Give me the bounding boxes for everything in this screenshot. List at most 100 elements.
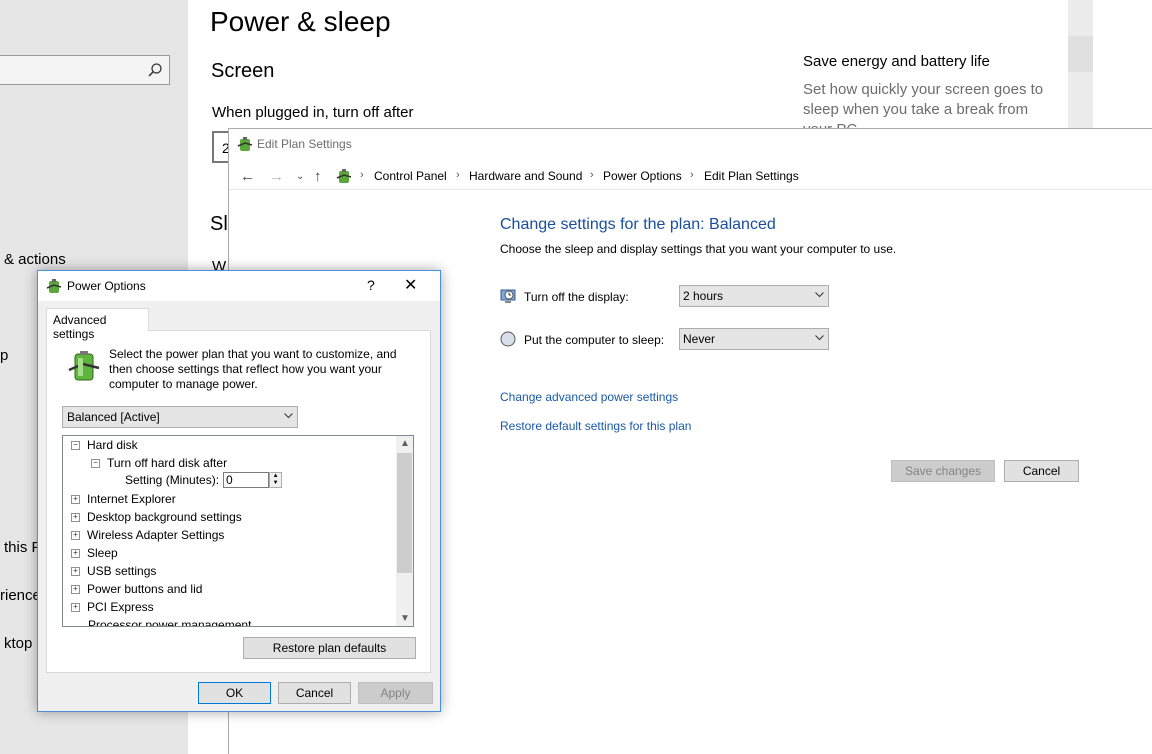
sleep-heading: Sl [210,213,228,235]
power-options-dialog: Power Options ? ✕ Advanced settings Sele… [37,270,441,712]
settings-tree[interactable]: − Hard disk − Turn off hard disk after Set… [62,435,414,627]
tree-item-pci-express[interactable]: + PCI Express [71,600,154,618]
page-title: Power & sleep [210,6,391,37]
expand-icon[interactable]: + [71,549,80,559]
settings-nav-notifications[interactable]: & actions [4,251,66,268]
display-clock-icon [500,289,516,303]
tree-item-setting-minutes: Setting (Minutes): 0 ▲ ▼ [125,472,283,490]
tree-item-label: Wireless Adapter Settings [87,528,225,542]
sleep-timeout-select[interactable]: Never [679,328,829,350]
power-options-title: Power Options [67,279,146,293]
chevron-down-icon[interactable]: ⌄ [296,171,304,182]
back-arrow-icon[interactable]: ← [240,168,255,185]
power-options-icon [336,169,352,183]
breadcrumb-separator: › [590,169,594,181]
expand-icon[interactable]: + [71,603,80,613]
display-timeout-value: 2 hours [683,289,724,303]
ok-button[interactable]: OK [198,682,271,704]
breadcrumb-control-panel[interactable]: Control Panel [374,169,447,183]
plugged-in-label: When plugged in, turn off after [212,104,414,121]
chevron-down-icon [284,413,293,419]
breadcrumb-power-options[interactable]: Power Options [603,169,682,183]
tree-item-label: Hard disk [87,438,138,452]
restore-plan-defaults-button[interactable]: Restore plan defaults [243,637,416,659]
tree-item-label: Turn off hard disk after [107,456,228,470]
scrollbar-thumb[interactable] [397,453,412,573]
breadcrumb-separator: › [456,169,460,181]
power-options-icon [237,137,253,151]
tree-item-label: PCI Express [87,600,154,614]
tree-item-hard-disk[interactable]: − Hard disk [71,438,138,456]
power-options-icon [46,279,62,293]
tree-item-wireless-adapter[interactable]: + Wireless Adapter Settings [71,528,224,546]
help-icon[interactable]: ? [367,277,375,293]
breadcrumb-separator: › [690,169,694,181]
expand-icon[interactable]: + [71,513,80,523]
save-energy-description: Set how quickly your screen goes to slee… [803,81,1044,128]
tree-item-label: Power buttons and lid [87,582,203,596]
expand-icon[interactable]: + [71,567,80,577]
expand-icon[interactable]: + [71,495,80,505]
power-plan-value: Balanced [Active] [67,410,160,424]
tree-item-label: Sleep [87,546,118,560]
tree-item-label: Processor power management [88,618,252,627]
tree-item-internet-explorer[interactable]: + Internet Explorer [71,492,176,510]
edit-plan-titlebar[interactable]: Edit Plan Settings [229,129,1152,159]
tree-item-usb-settings[interactable]: + USB settings [71,564,156,582]
tab-advanced-settings[interactable]: Advanced settings [46,308,149,341]
setting-minutes-input[interactable]: 0 [223,472,270,488]
plan-description: Choose the sleep and display settings th… [500,242,897,256]
settings-nav-projecting[interactable]: this P [4,539,42,556]
expand-icon[interactable]: + [71,531,80,541]
spin-buttons[interactable]: ▲ ▼ [269,472,283,488]
moon-icon [500,331,516,347]
settings-nav-remote-desktop[interactable]: ktop [4,635,32,652]
chevron-down-icon [815,335,824,341]
expand-icon[interactable]: + [71,585,80,595]
power-options-titlebar[interactable]: Power Options ? ✕ [38,271,440,301]
cancel-button[interactable]: Cancel [1004,460,1079,482]
tree-scrollbar[interactable]: ▲ ▼ [396,436,413,626]
tree-item-label: Internet Explorer [87,492,176,506]
restore-defaults-link[interactable]: Restore default settings for this plan [500,419,691,433]
screen-heading: Screen [211,60,275,82]
save-energy-title: Save energy and battery life [803,53,990,70]
sleep-timeout-label: Put the computer to sleep: [524,333,665,347]
breadcrumb-separator: › [360,169,364,181]
plan-heading: Change settings for the plan: Balanced [500,216,776,233]
collapse-icon[interactable]: − [91,459,100,469]
tree-item-label: Desktop background settings [87,510,242,524]
advanced-settings-link[interactable]: Change advanced power settings [500,390,678,404]
save-changes-button[interactable]: Save changes [891,460,995,482]
edit-plan-title: Edit Plan Settings [257,137,352,151]
settings-nav-sleep[interactable]: p [0,347,8,364]
breadcrumb-edit-plan[interactable]: Edit Plan Settings [704,169,799,183]
tree-item-desktop-background[interactable]: + Desktop background settings [71,510,242,528]
settings-search-input[interactable] [0,55,170,85]
forward-arrow-icon[interactable]: → [269,168,284,185]
tree-item-power-buttons[interactable]: + Power buttons and lid [71,582,202,600]
address-bar: ← → ⌄ ↑ › Control Panel › Hardware and S… [229,163,1152,190]
chevron-down-icon [815,292,824,298]
tree-item-label: USB settings [87,564,157,578]
power-plan-select[interactable]: Balanced [Active] [62,406,298,428]
tree-item-sleep[interactable]: + Sleep [71,546,118,564]
up-arrow-icon[interactable]: ↑ [314,168,322,185]
close-icon[interactable]: ✕ [404,275,417,295]
battery-plug-icon [68,351,100,381]
advanced-settings-panel: Select the power plan that you want to c… [46,330,431,673]
search-icon [148,63,162,77]
setting-minutes-label: Setting (Minutes): [125,473,220,487]
sleep-timeout-value: Never [683,332,716,346]
settings-nav-experiences[interactable]: rience [0,587,41,604]
scroll-down-icon[interactable]: ▼ [400,613,410,624]
apply-button[interactable]: Apply [358,682,433,704]
breadcrumb-hardware-sound[interactable]: Hardware and Sound [469,169,582,183]
display-timeout-label: Turn off the display: [524,290,629,304]
tree-item-processor-power[interactable]: Processor power management [88,618,252,627]
display-timeout-select[interactable]: 2 hours [679,285,829,307]
collapse-icon[interactable]: − [71,441,80,451]
power-options-description: Select the power plan that you want to c… [109,347,397,391]
scroll-up-icon[interactable]: ▲ [400,438,410,449]
cancel-button[interactable]: Cancel [278,682,351,704]
